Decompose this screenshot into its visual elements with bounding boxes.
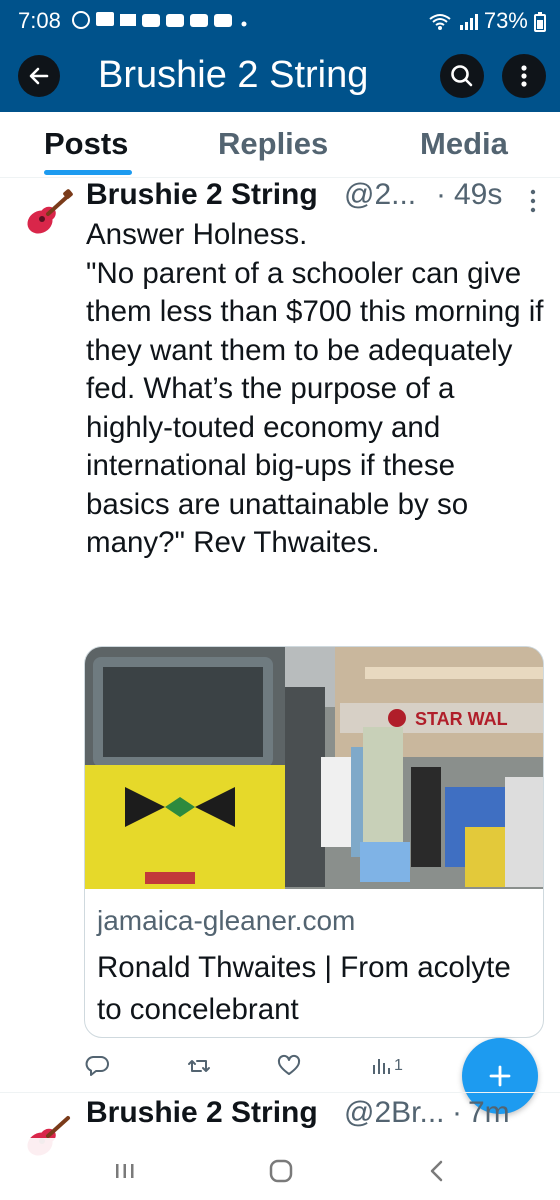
recent-apps-button[interactable] bbox=[110, 1156, 140, 1186]
reply-icon bbox=[85, 1056, 109, 1076]
avatar[interactable] bbox=[18, 186, 74, 242]
link-preview-image: STAR WAL bbox=[85, 647, 543, 889]
back-nav-button[interactable] bbox=[422, 1156, 452, 1186]
battery-icon bbox=[534, 12, 546, 33]
status-bar: 7:08 73% bbox=[0, 0, 560, 40]
search-icon bbox=[451, 65, 473, 87]
notification-icons bbox=[72, 10, 252, 35]
status-time: 7:08 bbox=[18, 8, 61, 33]
tweet-author-handle[interactable]: @2Br... bbox=[344, 1096, 445, 1130]
ukulele-avatar-icon bbox=[27, 189, 73, 234]
tweet-text: Answer Holness. "No parent of a schooler… bbox=[86, 216, 546, 563]
link-preview-card[interactable]: STAR WAL jamaica-gleaner.com Ronald Thwa… bbox=[84, 646, 544, 1038]
tweet-author-handle[interactable]: @2... bbox=[344, 178, 416, 212]
store-sign-text: STAR WAL bbox=[415, 709, 508, 729]
battery-percent: 73% bbox=[483, 8, 528, 33]
search-button[interactable] bbox=[440, 54, 484, 98]
active-tab-indicator bbox=[44, 170, 132, 175]
arrow-left-icon bbox=[29, 67, 49, 85]
kebab-menu-icon bbox=[521, 65, 527, 87]
tweet-text-line: "No parent of a schooler can give them l… bbox=[86, 256, 544, 560]
tab-replies[interactable]: Replies bbox=[218, 126, 328, 162]
system-indicators: 73% bbox=[428, 8, 546, 34]
wifi-icon bbox=[428, 14, 451, 31]
views-count: 1 bbox=[394, 1057, 403, 1074]
kebab-menu-icon bbox=[530, 189, 536, 213]
views-button[interactable]: 1 bbox=[370, 1050, 403, 1082]
plus-icon bbox=[489, 1065, 511, 1087]
like-button[interactable] bbox=[276, 1050, 302, 1082]
tweet-separator: · bbox=[436, 178, 446, 211]
home-button[interactable] bbox=[266, 1156, 296, 1186]
more-options-button[interactable] bbox=[502, 54, 546, 98]
home-icon bbox=[269, 1159, 293, 1183]
tweet-timestamp[interactable]: 49s bbox=[454, 178, 502, 212]
tweet-text-line: Answer Holness. bbox=[86, 218, 308, 251]
link-title: Ronald Thwaites | From acolyte to concel… bbox=[97, 951, 511, 1026]
page-title: Brushie 2 String bbox=[98, 54, 369, 96]
tweet-more-button[interactable] bbox=[526, 186, 540, 216]
reply-button[interactable] bbox=[84, 1050, 110, 1082]
tweet-author-name[interactable]: Brushie 2 String bbox=[86, 1096, 318, 1130]
system-navigation-bar bbox=[0, 1138, 560, 1200]
notification-icons-strip bbox=[72, 11, 247, 29]
tweet-actions: 1 bbox=[84, 1050, 524, 1082]
tab-media[interactable]: Media bbox=[420, 126, 508, 162]
repost-icon bbox=[188, 1060, 210, 1072]
tweet-timestamp[interactable]: 7m bbox=[468, 1096, 510, 1130]
profile-header: Brushie 2 String bbox=[0, 40, 560, 112]
tweet-separator: · bbox=[452, 1096, 462, 1129]
chevron-left-icon bbox=[430, 1160, 443, 1182]
analytics-icon bbox=[373, 1059, 390, 1074]
heart-icon bbox=[277, 1054, 301, 1075]
profile-tabs: Posts Replies Media bbox=[0, 112, 560, 178]
link-domain: jamaica-gleaner.com bbox=[97, 905, 356, 936]
recent-apps-icon bbox=[116, 1164, 134, 1178]
bus-stop-photo: STAR WAL bbox=[85, 647, 543, 889]
back-button[interactable] bbox=[18, 55, 60, 97]
tab-posts[interactable]: Posts bbox=[44, 126, 128, 162]
tweet-author-name[interactable]: Brushie 2 String bbox=[86, 178, 318, 212]
repost-button[interactable] bbox=[186, 1050, 212, 1082]
tweet-divider bbox=[0, 1092, 560, 1093]
signal-icon bbox=[459, 14, 478, 31]
